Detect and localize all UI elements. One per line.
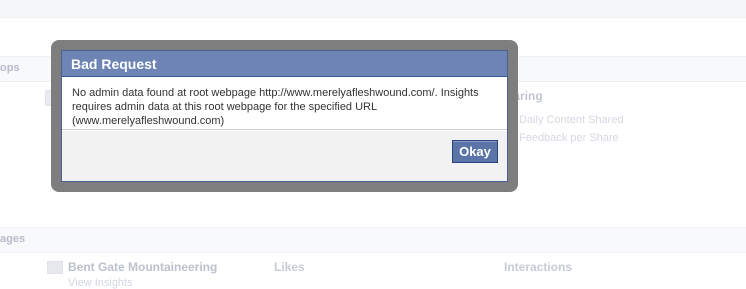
page-name-link[interactable]: Bent Gate Mountaineering: [68, 260, 217, 274]
view-insights-link[interactable]: View Insights: [68, 277, 133, 289]
dialog-frame: Bad Request No admin data found at root …: [51, 40, 518, 192]
okay-button[interactable]: Okay: [452, 140, 498, 163]
interactions-heading: Interactions: [504, 260, 573, 274]
dialog-message: No admin data found at root webpage http…: [62, 77, 507, 130]
feedback-per-share-link[interactable]: Feedback per Share: [519, 132, 619, 144]
top-band: [0, 0, 746, 18]
apps-section-label: ops: [0, 62, 20, 74]
pages-section-label: ages: [0, 233, 26, 245]
likes-heading: Likes: [274, 260, 305, 274]
page-icon: [47, 261, 63, 274]
error-dialog: Bad Request No admin data found at root …: [61, 50, 508, 182]
dialog-footer: Okay: [62, 131, 507, 181]
daily-content-shared-link[interactable]: Daily Content Shared: [519, 114, 624, 126]
dialog-title: Bad Request: [62, 51, 507, 77]
pages-section-header: ages: [0, 227, 746, 253]
